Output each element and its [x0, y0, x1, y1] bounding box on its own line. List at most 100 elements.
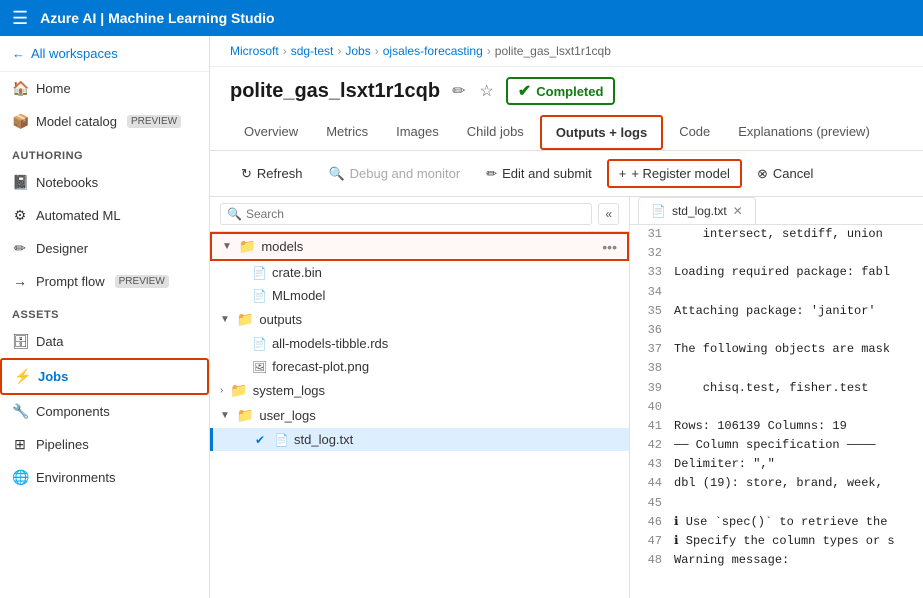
toolbar: ↻ Refresh 🔍 Debug and monitor ✏ Edit and…: [210, 151, 923, 197]
app-title: Azure AI | Machine Learning Studio: [40, 10, 274, 26]
line-text: The following objects are mask: [670, 340, 894, 359]
line-text: ℹ Specify the column types or s: [670, 532, 899, 551]
breadcrumb-sdgtest[interactable]: sdg-test: [291, 44, 334, 58]
page-header: polite_gas_lsxt1r1cqb ✏ ☆ ✔ Completed: [210, 67, 923, 115]
edit-submit-button[interactable]: ✏ Edit and submit: [475, 160, 603, 188]
folder-userlogs-icon: 📁: [237, 407, 254, 424]
tab-code[interactable]: Code: [665, 116, 724, 149]
breadcrumb: Microsoft › sdg-test › Jobs › ojsales-fo…: [210, 36, 923, 67]
back-all-workspaces[interactable]: ← All workspaces: [12, 46, 197, 61]
sep3: ›: [375, 44, 379, 58]
tree-node-models[interactable]: ▼ 📁 models •••: [210, 232, 629, 261]
code-line: 40: [630, 398, 923, 417]
search-input[interactable]: [246, 207, 585, 221]
breadcrumb-microsoft[interactable]: Microsoft: [230, 44, 279, 58]
code-viewer: 📄 std_log.txt ✕ 31 intersect, setdiff, u…: [630, 197, 923, 598]
breadcrumb-current: polite_gas_lsxt1r1cqb: [495, 44, 611, 58]
sidebar-item-pipelines[interactable]: ⊞ Pipelines: [0, 428, 209, 461]
code-line: 48Warning message:: [630, 551, 923, 570]
refresh-button[interactable]: ↻ Refresh: [230, 160, 313, 188]
sidebar-item-environments[interactable]: 🌐 Environments: [0, 461, 209, 494]
line-number: 35: [630, 302, 670, 321]
sep1: ›: [283, 44, 287, 58]
code-tab-stdlog[interactable]: 📄 std_log.txt ✕: [638, 197, 756, 224]
breadcrumb-jobs[interactable]: Jobs: [345, 44, 370, 58]
register-model-button[interactable]: + + Register model: [607, 159, 742, 188]
tree-node-systemlogs[interactable]: › 📁 system_logs: [210, 378, 629, 403]
sidebar-item-home[interactable]: 🏠 Home: [0, 72, 209, 105]
tab-images[interactable]: Images: [382, 116, 453, 149]
code-line: 31 intersect, setdiff, union: [630, 225, 923, 244]
sidebar-item-promptflow[interactable]: → Prompt flow PREVIEW: [0, 265, 209, 297]
code-tab-bar: 📄 std_log.txt ✕: [630, 197, 923, 225]
topbar: ☰ Azure AI | Machine Learning Studio: [0, 0, 923, 36]
sidebar-item-jobs[interactable]: ⚡ Jobs: [0, 358, 209, 395]
line-text: Loading required package: fabl: [670, 263, 894, 282]
close-tab-button[interactable]: ✕: [733, 204, 743, 218]
tab-childjobs[interactable]: Child jobs: [453, 116, 538, 149]
file-tab-icon: 📄: [651, 204, 666, 218]
sidebar-item-designer[interactable]: ✏ Designer: [0, 232, 209, 265]
authoring-section-label: Authoring: [0, 138, 209, 166]
line-number: 36: [630, 321, 670, 340]
line-number: 38: [630, 359, 670, 378]
file-tree-content: ▼ 📁 models ••• 📄 crate.bin 📄 MLmodel: [210, 232, 629, 598]
tab-metrics[interactable]: Metrics: [312, 116, 382, 149]
chevron-systemlogs: ›: [220, 385, 223, 396]
sidebar-item-data[interactable]: 🗄 Data: [0, 325, 209, 358]
tree-node-crate[interactable]: 📄 crate.bin: [210, 261, 629, 284]
cancel-icon: ⊗: [757, 166, 768, 182]
tree-node-userlogs[interactable]: ▼ 📁 user_logs: [210, 403, 629, 428]
debug-monitor-button[interactable]: 🔍 Debug and monitor: [317, 160, 471, 188]
sidebar-item-automatedml[interactable]: ⚙ Automated ML: [0, 199, 209, 232]
preview-badge: PREVIEW: [127, 115, 181, 128]
search-icon: 🔍: [227, 207, 242, 221]
sidebar-item-modelcatalog[interactable]: 📦 Model catalog PREVIEW: [0, 105, 209, 138]
tree-node-outputs[interactable]: ▼ 📁 outputs: [210, 307, 629, 332]
edit-submit-icon: ✏: [486, 166, 497, 182]
code-content: 31 intersect, setdiff, union3233Loading …: [630, 225, 923, 598]
collapse-button[interactable]: «: [598, 203, 619, 225]
environments-icon: 🌐: [12, 469, 28, 486]
tree-node-allmodels[interactable]: 📄 all-models-tibble.rds: [210, 332, 629, 355]
line-number: 48: [630, 551, 670, 570]
code-line: 38: [630, 359, 923, 378]
file-allmodels-icon: 📄: [252, 337, 267, 351]
line-number: 33: [630, 263, 670, 282]
main-content: Microsoft › sdg-test › Jobs › ojsales-fo…: [210, 36, 923, 598]
prompt-flow-preview-badge: PREVIEW: [115, 275, 169, 288]
sidebar-item-notebooks[interactable]: 📓 Notebooks: [0, 166, 209, 199]
line-text: ── Column specification ────: [670, 436, 880, 455]
tree-node-mlmodel[interactable]: 📄 MLmodel: [210, 284, 629, 307]
tree-node-forecastplot[interactable]: 🖼 forecast-plot.png: [210, 355, 629, 378]
notebooks-icon: 📓: [12, 174, 28, 191]
favorite-button[interactable]: ☆: [478, 79, 496, 103]
active-check-icon: ✔: [255, 433, 265, 447]
file-crate-icon: 📄: [252, 266, 267, 280]
breadcrumb-ojsales[interactable]: ojsales-forecasting: [383, 44, 483, 58]
model-catalog-icon: 📦: [12, 113, 28, 130]
status-check-icon: ✔: [518, 81, 531, 101]
line-number: 43: [630, 455, 670, 474]
sidebar-item-components[interactable]: 🔧 Components: [0, 395, 209, 428]
plus-icon: +: [619, 166, 627, 181]
prompt-flow-icon: →: [12, 273, 28, 289]
code-line: 44dbl (19): store, brand, week,: [630, 474, 923, 493]
status-badge: ✔ Completed: [506, 77, 616, 105]
edit-title-button[interactable]: ✏: [450, 79, 467, 103]
code-line: 32: [630, 244, 923, 263]
designer-icon: ✏: [12, 240, 28, 257]
hamburger-menu[interactable]: ☰: [12, 8, 28, 29]
cancel-button[interactable]: ⊗ Cancel: [746, 160, 824, 188]
code-line: 47ℹ Specify the column types or s: [630, 532, 923, 551]
tree-node-stdlog[interactable]: ✔ 📄 std_log.txt: [210, 428, 629, 451]
tab-explanations[interactable]: Explanations (preview): [724, 116, 884, 149]
models-menu-icon[interactable]: •••: [602, 239, 617, 255]
code-line: 37The following objects are mask: [630, 340, 923, 359]
refresh-icon: ↻: [241, 166, 252, 182]
tab-outputslogs[interactable]: Outputs + logs: [540, 115, 663, 150]
line-number: 44: [630, 474, 670, 493]
tab-overview[interactable]: Overview: [230, 116, 312, 149]
assets-section-label: Assets: [0, 297, 209, 325]
code-line: 45: [630, 494, 923, 513]
